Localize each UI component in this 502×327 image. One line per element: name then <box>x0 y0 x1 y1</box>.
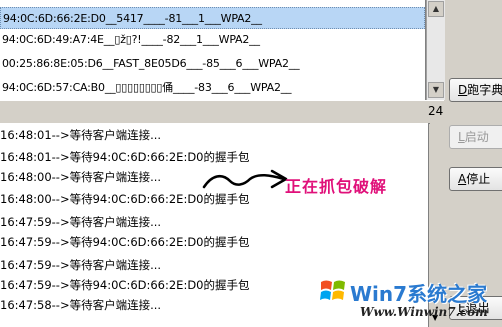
log-row: 16:47:59-->等待94:0C:6D:66:2E:D0的握手包 <box>0 278 250 292</box>
stop-label: 停止 <box>466 172 491 186</box>
run-dictionary-button[interactable]: D跑字典 <box>449 78 502 102</box>
start-button[interactable]: L启动 <box>449 125 502 149</box>
ap-row[interactable]: 00:25:86:8E:05:D6__FAST_8E05D6___-85___6… <box>0 53 425 75</box>
watermark-url: Www.Winwin7.com <box>360 305 488 319</box>
windows-logo-icon <box>320 280 345 300</box>
hotkey-d: D <box>458 83 468 97</box>
ap-row[interactable]: 94:0C:6D:57:CA:B0__▯▯▯▯▯▯▯▯俑____-83___6_… <box>0 77 425 99</box>
scroll-up-icon[interactable]: ▲ <box>428 1 444 17</box>
hotkey-a: A <box>458 172 467 186</box>
annotation-text: 正在抓包破解 <box>285 177 388 196</box>
log-row: 16:47:58-->等待客户端连接... <box>0 298 162 312</box>
log-row: 16:47:59-->等待客户端连接... <box>0 215 162 229</box>
arrow-icon <box>202 169 288 189</box>
log-row: 16:47:59-->等待客户端连接... <box>0 258 162 272</box>
log-row: 16:48:01-->等待客户端连接... <box>0 128 162 142</box>
start-label: 启动 <box>464 130 489 144</box>
log-row: 16:48:00-->等待客户端连接... <box>0 170 162 184</box>
hotkey-l: L <box>458 130 465 144</box>
scroll-down-icon[interactable]: ▼ <box>428 82 444 98</box>
log-row: 16:47:59-->等待94:0C:6D:66:2E:D0的握手包 <box>0 235 250 249</box>
stop-button[interactable]: A停止 <box>449 167 502 191</box>
run-dictionary-label: 跑字典 <box>467 83 502 97</box>
ap-row[interactable]: 94:0C:6D:49:A7:4E__▯ž▯?!____-82___1___WP… <box>0 29 425 51</box>
ap-list[interactable]: 94:0C:6D:66:2E:D0__5417____-81___1___WPA… <box>0 0 426 100</box>
splitter[interactable] <box>0 100 444 124</box>
ap-count: 24 <box>428 104 444 118</box>
ap-row[interactable]: 94:0C:6D:66:2E:D0__5417____-81___1___WPA… <box>0 7 425 29</box>
log-row: 16:48:01-->等待94:0C:6D:66:2E:D0的握手包 <box>0 150 250 164</box>
ap-list-scrollbar[interactable]: ▲ ▼ <box>426 0 445 100</box>
watermark-title: Win7系统之家 <box>350 282 488 306</box>
